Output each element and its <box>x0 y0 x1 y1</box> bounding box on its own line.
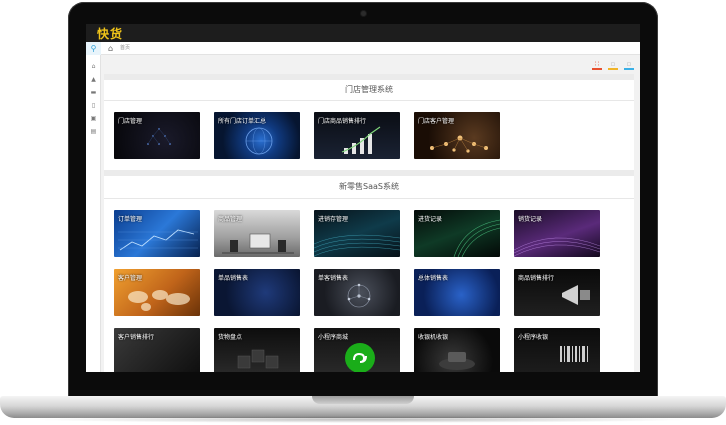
people-network-graphic <box>430 135 488 153</box>
green-wave-graphic <box>453 219 500 257</box>
tile-label: 门店客户管理 <box>418 118 455 125</box>
tile-stock-check[interactable]: 货物盘点 <box>214 328 300 372</box>
breadcrumb: ⌂ 首页 <box>101 42 640 55</box>
pos-device-graphic <box>439 352 475 370</box>
section-divider <box>104 198 634 199</box>
network-graphic <box>147 128 171 145</box>
tile-label: 商品管理 <box>218 216 243 223</box>
list-icon[interactable]: ▬ <box>86 88 101 98</box>
tile-label: 小程序收银 <box>518 334 549 341</box>
tile-label: 进销存管理 <box>318 216 349 223</box>
section-title-saas: 新零售SaaS系统 <box>339 182 399 191</box>
monitor-speakers-graphic <box>222 233 294 254</box>
tile-label: 门店商品销售排行 <box>318 118 367 125</box>
speaker-graphic <box>562 285 590 305</box>
section-divider <box>104 100 634 101</box>
bar-chart-graphic <box>341 126 381 154</box>
mini-program-logo <box>345 343 375 372</box>
network-circle-graphic <box>347 283 371 308</box>
tile-store-product-ranking[interactable]: 门店商品销售排行 <box>314 112 400 159</box>
tile-label: 销货记录 <box>518 216 543 223</box>
tile-all-store-orders[interactable]: 所有门店订单汇总 <box>214 112 300 159</box>
tile-label: 门店管理 <box>118 118 143 125</box>
refresh-icon[interactable]: ▫ <box>608 60 618 70</box>
tile-overall-sales[interactable]: 总体销售表 <box>414 269 500 316</box>
report-icon[interactable]: ▤ <box>86 127 101 137</box>
tile-inventory-management[interactable]: 进销存管理 <box>314 210 400 257</box>
tile-store-customer-management[interactable]: 门店客户管理 <box>414 112 500 159</box>
barcode-graphic <box>560 346 588 362</box>
line-chart-graphic <box>118 229 198 251</box>
tile-single-customer-sales[interactable]: 单客销售表 <box>314 269 400 316</box>
phone-icon[interactable]: ▯ <box>86 101 101 111</box>
globe-graphic <box>245 127 273 155</box>
laptop-notch <box>312 396 414 404</box>
tile-purchase-records[interactable]: 进货记录 <box>414 210 500 257</box>
section-separator <box>104 74 634 80</box>
fullscreen-icon[interactable]: ∷ <box>592 60 602 70</box>
tile-label: 客户管理 <box>118 275 143 282</box>
tile-store-management[interactable]: 门店管理 <box>114 112 200 159</box>
camera-dot <box>361 11 366 16</box>
tile-mini-program-checkout[interactable]: 小程序收银 <box>514 328 600 372</box>
home-icon[interactable]: ⌂ <box>86 62 101 72</box>
search-icon[interactable]: ⚲ <box>86 42 101 55</box>
tile-label: 单品销售表 <box>218 275 249 282</box>
breadcrumb-current[interactable]: 首页 <box>120 43 130 54</box>
tile-customer-sales-ranking[interactable]: 客户销售排行 <box>114 328 200 372</box>
wave-grid-graphic <box>314 234 400 257</box>
tile-order-management[interactable]: 订单管理 <box>114 210 200 257</box>
tile-label: 商品销售排行 <box>518 275 555 282</box>
tile-label: 订单管理 <box>118 216 143 223</box>
tile-label: 总体销售表 <box>418 275 449 282</box>
tile-sales-records[interactable]: 销货记录 <box>514 210 600 257</box>
tile-product-sales-ranking[interactable]: 商品销售排行 <box>514 269 600 316</box>
tile-cash-register[interactable]: 收银机收银 <box>414 328 500 372</box>
tile-label: 收银机收银 <box>418 334 449 341</box>
toolbar: ∷ ▫ ▫ <box>592 60 634 72</box>
laptop-shadow <box>30 416 696 423</box>
tile-product-management[interactable]: 商品管理 <box>214 210 300 257</box>
top-bar: 快货 <box>86 24 640 42</box>
tile-label: 进货记录 <box>418 216 443 223</box>
cart-icon[interactable]: ▣ <box>86 114 101 124</box>
tile-customer-management[interactable]: 客户管理 <box>114 269 200 316</box>
settings-icon[interactable]: ▫ <box>624 60 634 70</box>
app-logo: 快货 <box>97 27 124 41</box>
tile-single-product-sales[interactable]: 单品销售表 <box>214 269 300 316</box>
purple-wave-graphic <box>514 237 600 257</box>
section-title-store: 门店管理系统 <box>345 85 393 94</box>
breadcrumb-home-icon[interactable]: ⌂ <box>108 43 113 54</box>
tile-label: 客户销售排行 <box>118 334 155 341</box>
tile-mini-program-mall[interactable]: 小程序商城 <box>314 328 400 372</box>
cubes-graphic <box>237 349 279 369</box>
main-content: 门店管理系统 门店管理 所有门店订单汇总 门店商品销售排行 门店客户管理 新零售… <box>104 74 634 372</box>
tile-label: 货物盘点 <box>218 334 243 341</box>
sidebar: ⚲ ⌂ ▲ ▬ ▯ ▣ ▤ <box>86 42 101 372</box>
screen: 快货 ⚲ ⌂ ▲ ▬ ▯ ▣ ▤ ⌂ 首页 ∷ ▫ ▫ 门店管理系统 门店管理 <box>86 24 640 372</box>
world-map-graphic <box>128 290 190 311</box>
org-icon[interactable]: ▲ <box>86 75 101 85</box>
section-separator <box>104 170 634 176</box>
